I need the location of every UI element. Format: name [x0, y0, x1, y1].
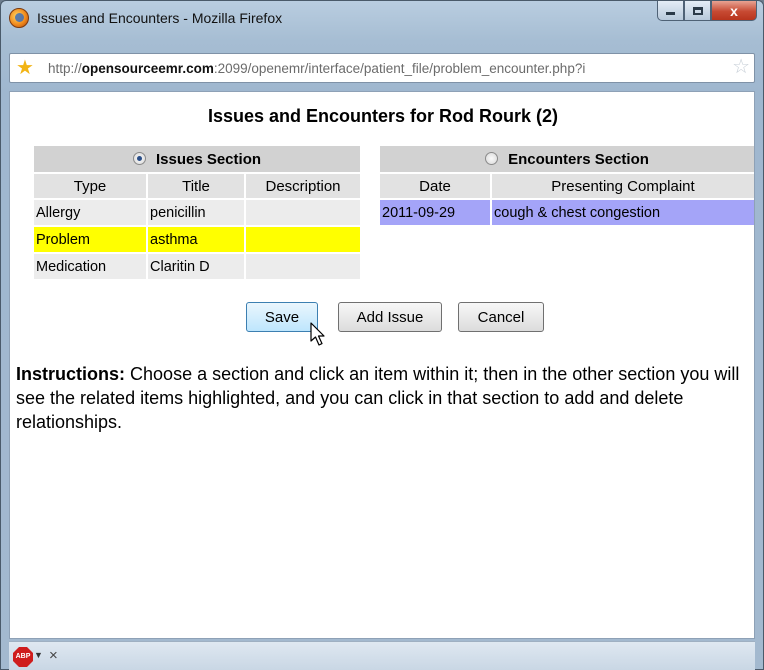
column-header-title: Title	[148, 174, 244, 198]
radio-icon[interactable]	[132, 151, 146, 165]
column-header-date: Date	[380, 174, 490, 198]
save-button[interactable]: Save	[246, 302, 318, 332]
issue-type[interactable]: Problem	[34, 227, 146, 252]
window-controls: x	[657, 1, 757, 23]
close-icon[interactable]: ×	[49, 647, 58, 664]
encounter-complaint[interactable]: cough & chest congestion	[492, 200, 754, 225]
issue-type[interactable]: Medication	[34, 254, 146, 279]
button-row: Save Add Issue Cancel	[10, 302, 756, 334]
url-text[interactable]: http://opensourceemr.com:2099/openemr/in…	[48, 61, 723, 76]
url-host: opensourceemr.com	[81, 61, 214, 76]
chevron-down-icon[interactable]: ▼	[34, 650, 43, 660]
close-icon: x	[730, 2, 738, 19]
issue-description[interactable]	[246, 254, 360, 279]
issue-title[interactable]: Claritin D	[148, 254, 244, 279]
close-window-button[interactable]: x	[711, 1, 757, 21]
encounters-table: Encounters Section Date Presenting Compl…	[378, 144, 756, 227]
issues-table: Issues Section Type Title Description Al…	[32, 144, 362, 281]
issue-description[interactable]	[246, 200, 360, 225]
encounters-section-header[interactable]: Encounters Section	[380, 146, 754, 172]
column-header-complaint: Presenting Complaint	[492, 174, 754, 198]
minimize-button[interactable]	[657, 1, 684, 21]
page-content: Issues and Encounters for Rod Rourk (2) …	[9, 91, 755, 639]
minimize-icon	[666, 12, 675, 15]
issues-section-label: Issues Section	[155, 150, 262, 168]
radio-icon[interactable]	[485, 151, 499, 165]
browser-window: Issues and Encounters - Mozilla Firefox …	[0, 0, 764, 670]
table-row[interactable]: Medication Claritin D	[34, 254, 360, 279]
column-header-type: Type	[34, 174, 146, 198]
window-title: Issues and Encounters - Mozilla Firefox	[37, 10, 283, 26]
table-row[interactable]: Problem asthma	[34, 227, 360, 252]
url-path: :2099/openemr/interface/patient_file/pro…	[213, 61, 586, 76]
page-title: Issues and Encounters for Rod Rourk (2)	[207, 106, 559, 126]
encounters-section-label: Encounters Section	[508, 150, 649, 168]
firefox-icon[interactable]	[9, 8, 29, 28]
table-row[interactable]: Allergy penicillin	[34, 200, 360, 225]
maximize-button[interactable]	[684, 1, 711, 21]
table-row[interactable]: 2011-09-29 cough & chest congestion	[380, 200, 754, 225]
issue-title[interactable]: asthma	[148, 227, 244, 252]
instructions-text: Choose a section and click an item withi…	[16, 364, 740, 432]
url-prefix: http://	[48, 61, 82, 76]
status-bar: ABP ▼ ×	[9, 641, 755, 670]
issues-section-header[interactable]: Issues Section	[34, 146, 360, 172]
encounter-date[interactable]: 2011-09-29	[380, 200, 490, 225]
address-bar[interactable]: ★ http://opensourceemr.com:2099/openemr/…	[9, 53, 755, 83]
bookmark-star-icon[interactable]: ☆	[732, 56, 750, 78]
issue-title[interactable]: penicillin	[148, 200, 244, 225]
issue-type[interactable]: Allergy	[34, 200, 146, 225]
instructions-label: Instructions:	[16, 364, 126, 384]
add-issue-button[interactable]: Add Issue	[338, 302, 442, 332]
title-bar[interactable]: Issues and Encounters - Mozilla Firefox …	[1, 1, 763, 35]
column-header-description: Description	[246, 174, 360, 198]
cancel-button[interactable]: Cancel	[458, 302, 544, 332]
maximize-icon	[692, 6, 703, 15]
adblock-plus-icon[interactable]: ABP	[13, 647, 33, 667]
mouse-cursor-icon	[310, 322, 325, 346]
issue-description[interactable]	[246, 227, 360, 252]
star-icon[interactable]: ★	[16, 57, 34, 79]
instructions: Instructions: Choose a section and click…	[16, 362, 746, 434]
